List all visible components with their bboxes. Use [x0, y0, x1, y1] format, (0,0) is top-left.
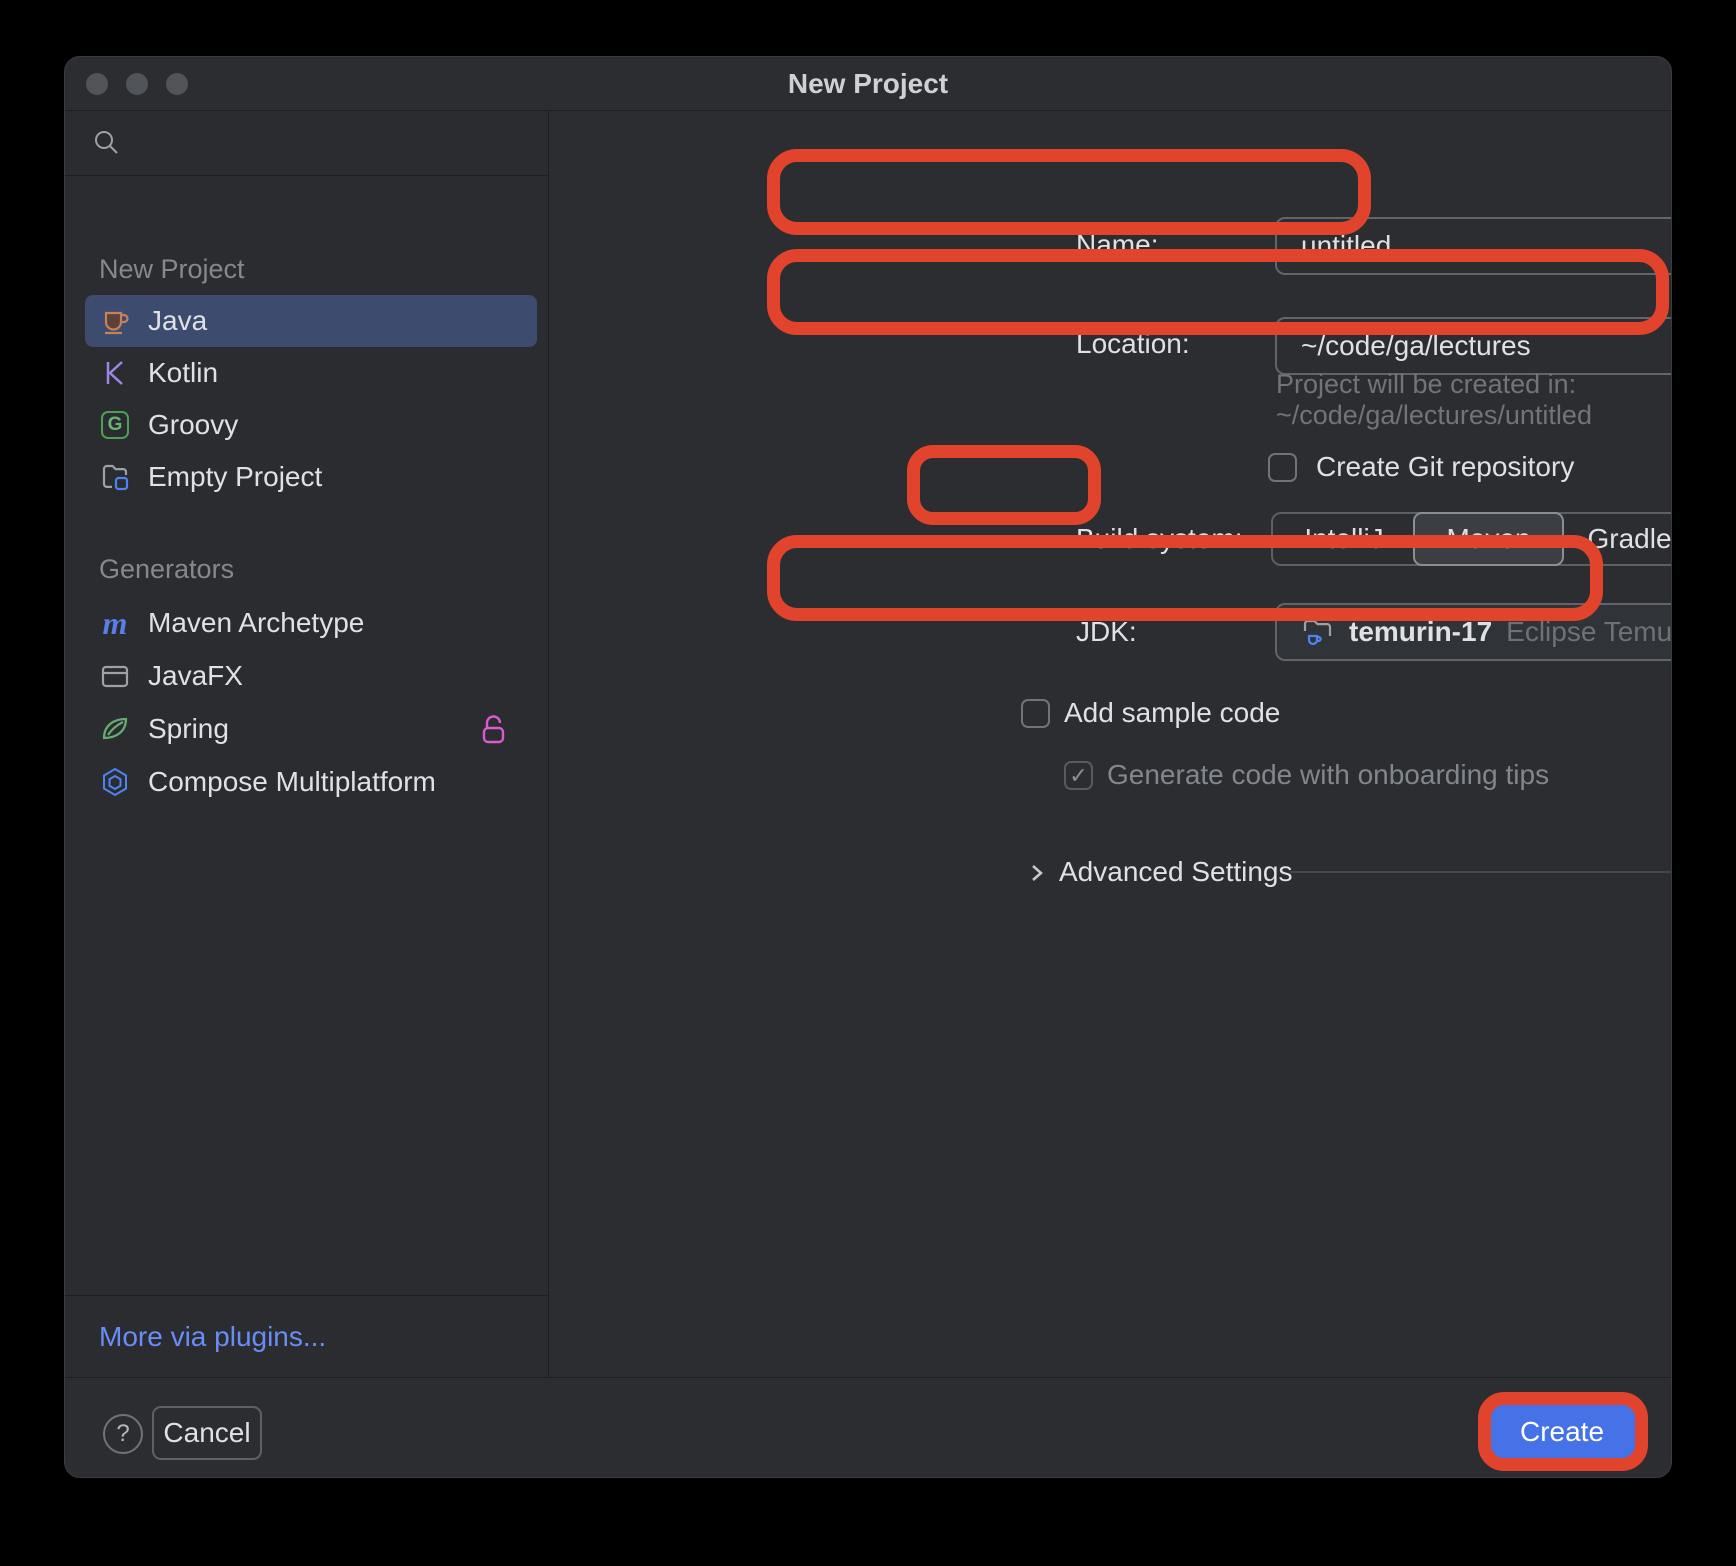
sidebar-item-label: Kotlin: [148, 357, 218, 389]
name-label: Name:: [1076, 227, 1158, 263]
sidebar-item-label: Java: [148, 305, 207, 337]
search-field[interactable]: [65, 111, 548, 176]
add-sample-code-label: Add sample code: [1064, 696, 1280, 730]
folder-icon: [99, 461, 131, 493]
sidebar-footer: More via plugins...: [65, 1295, 548, 1377]
cancel-button[interactable]: Cancel: [152, 1406, 262, 1460]
sidebar-item-spring[interactable]: Spring: [85, 702, 537, 755]
jdk-select[interactable]: temurin-17 Eclipse Temurin 17.0.12 - aar…: [1275, 603, 1672, 661]
location-helper-text: Project will be created in: ~/code/ga/le…: [1276, 383, 1672, 417]
new-project-dialog: New Project New Project: [64, 56, 1672, 1478]
section-header-new-project: New Project: [99, 251, 245, 287]
bottom-bar: ? Cancel Create: [65, 1377, 1671, 1478]
create-button[interactable]: Create: [1489, 1404, 1635, 1460]
lock-icon: [481, 713, 507, 752]
jdk-icon: [1299, 614, 1335, 650]
section-header-generators: Generators: [99, 551, 234, 587]
sidebar-item-label: Spring: [148, 713, 229, 745]
jdk-value: temurin-17: [1349, 616, 1492, 648]
name-input[interactable]: [1275, 217, 1672, 275]
screenshot-canvas: New Project New Project: [0, 0, 1736, 1566]
sidebar-item-label: Compose Multiplatform: [148, 766, 436, 798]
sidebar-item-java[interactable]: Java: [85, 295, 537, 347]
java-icon: [99, 305, 131, 337]
sidebar-item-label: Maven Archetype: [148, 607, 364, 639]
help-button[interactable]: ?: [103, 1414, 143, 1454]
sidebar-item-groovy[interactable]: G Groovy: [85, 399, 537, 451]
groovy-icon: G: [99, 409, 131, 441]
build-system-option-maven[interactable]: Maven: [1413, 512, 1564, 566]
zoom-window-button[interactable]: [166, 73, 188, 95]
sidebar-item-empty-project[interactable]: Empty Project: [85, 451, 537, 503]
sidebar-item-javafx[interactable]: JavaFX: [85, 649, 537, 702]
traffic-lights: [86, 73, 188, 95]
spring-leaf-icon: [99, 713, 131, 745]
jdk-label: JDK:: [1076, 614, 1137, 650]
advanced-settings-divider: [1290, 871, 1672, 873]
jdk-value-detail: Eclipse Temurin 17.0.12 - aarch64: [1506, 616, 1672, 648]
sidebar-item-maven-archetype[interactable]: m Maven Archetype: [85, 596, 537, 649]
maven-icon: m: [99, 607, 131, 639]
checkmark-glyph: ✓: [1069, 763, 1087, 789]
build-system-label: Build system:: [1076, 521, 1243, 557]
window-icon: [99, 660, 131, 692]
build-system-option-gradle[interactable]: Gradle: [1562, 514, 1672, 564]
build-system-segmented-control: IntelliJ Maven Gradle: [1271, 512, 1672, 566]
sidebar-item-compose-multiplatform[interactable]: Compose Multiplatform: [85, 755, 537, 808]
git-checkbox-label: Create Git repository: [1316, 450, 1574, 484]
window-title: New Project: [788, 68, 948, 100]
chevron-right-icon[interactable]: [1027, 861, 1047, 890]
search-icon: [91, 127, 123, 159]
add-sample-code-checkbox[interactable]: [1021, 699, 1050, 728]
kotlin-icon: [99, 357, 131, 389]
sidebar-item-label: Groovy: [148, 409, 238, 441]
more-via-plugins-link[interactable]: More via plugins...: [99, 1321, 326, 1353]
titlebar: New Project: [65, 57, 1671, 111]
build-system-option-intellij[interactable]: IntelliJ: [1273, 514, 1415, 564]
minimize-window-button[interactable]: [126, 73, 148, 95]
sidebar-item-label: JavaFX: [148, 660, 243, 692]
sidebar-item-label: Empty Project: [148, 461, 322, 493]
git-checkbox[interactable]: [1268, 453, 1297, 482]
onboarding-tips-label: Generate code with onboarding tips: [1107, 758, 1549, 792]
onboarding-tips-checkbox[interactable]: ✓: [1064, 761, 1093, 790]
sidebar: New Project Java Kotlin: [65, 111, 549, 1377]
close-window-button[interactable]: [86, 73, 108, 95]
location-label: Location:: [1076, 326, 1190, 362]
hexagon-icon: [99, 766, 131, 798]
sidebar-item-kotlin[interactable]: Kotlin: [85, 347, 537, 399]
main-panel: Name: Location: Project will be created …: [550, 111, 1672, 1377]
location-input[interactable]: [1275, 317, 1672, 375]
advanced-settings-label[interactable]: Advanced Settings: [1059, 854, 1293, 890]
